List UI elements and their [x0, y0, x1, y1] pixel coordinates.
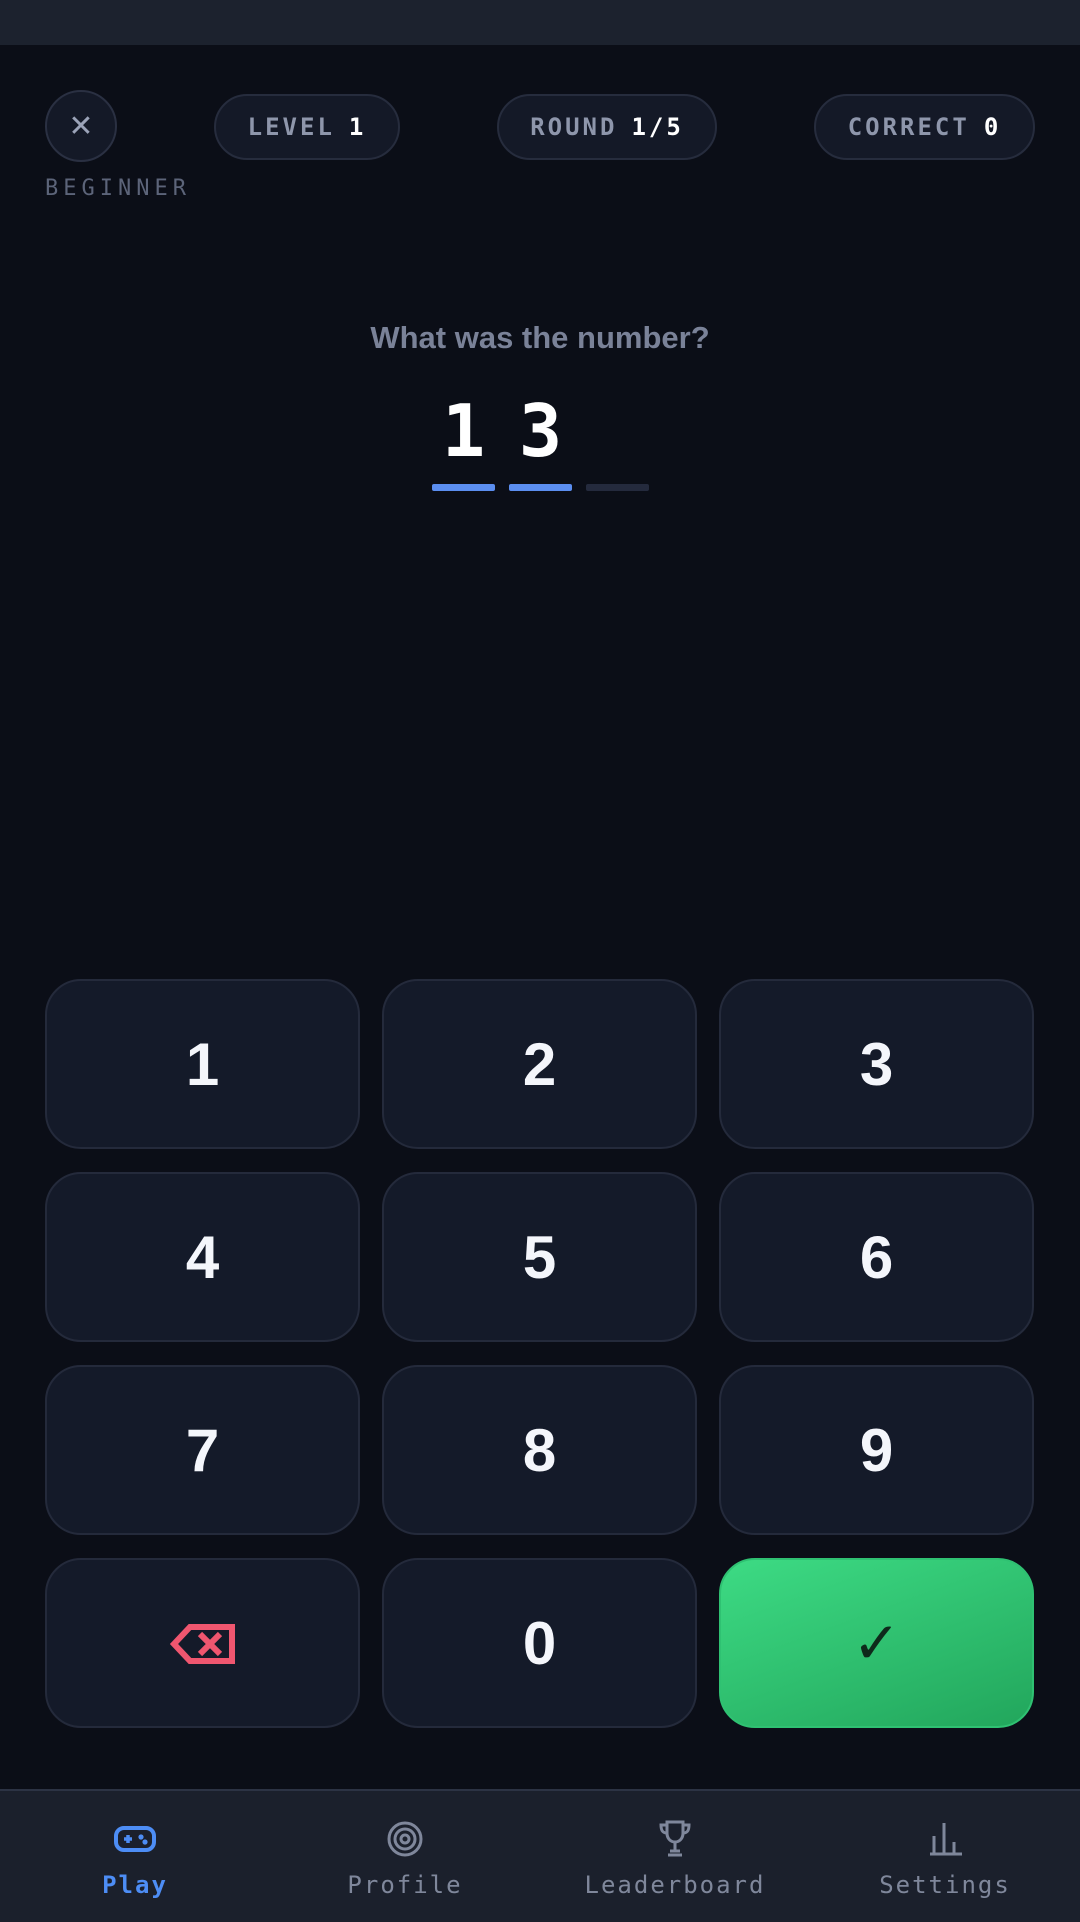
- tab-settings[interactable]: Settings: [810, 1791, 1080, 1922]
- slot-underline: [509, 484, 572, 491]
- submit-button[interactable]: ✓: [719, 1558, 1034, 1728]
- correct-value: 0: [983, 113, 1002, 141]
- key-9[interactable]: 9: [719, 1365, 1034, 1535]
- tab-leaderboard[interactable]: Leaderboard: [540, 1791, 810, 1922]
- key-7[interactable]: 7: [45, 1365, 360, 1535]
- entered-digit: 3: [518, 389, 563, 473]
- answer-display: 1 3: [432, 385, 649, 491]
- round-label: ROUND: [530, 113, 618, 141]
- entered-digit: 1: [441, 389, 486, 473]
- level-value: 1: [348, 113, 367, 141]
- target-icon: [383, 1817, 427, 1861]
- round-badge: ROUND 1/5: [497, 94, 717, 160]
- trophy-icon: [653, 1817, 697, 1861]
- correct-badge: CORRECT 0: [814, 94, 1035, 160]
- round-value: 1/5: [631, 113, 684, 141]
- checkmark-icon: ✓: [852, 1609, 901, 1677]
- tab-label: Profile: [347, 1871, 463, 1899]
- difficulty-label: BEGINNER: [45, 176, 191, 201]
- tab-label: Leaderboard: [584, 1871, 766, 1899]
- key-1[interactable]: 1: [45, 979, 360, 1149]
- key-0[interactable]: 0: [382, 1558, 697, 1728]
- bar-chart-icon: [923, 1817, 967, 1861]
- number-keypad: 1 2 3 4 5 6 7 8 9 0 ✓: [45, 979, 1035, 1728]
- key-2[interactable]: 2: [382, 979, 697, 1149]
- level-badge: LEVEL 1: [214, 94, 400, 160]
- slot-underline: [586, 484, 649, 491]
- key-3[interactable]: 3: [719, 979, 1034, 1149]
- correct-label: CORRECT: [847, 113, 970, 141]
- key-4[interactable]: 4: [45, 1172, 360, 1342]
- close-icon: ✕: [68, 108, 94, 144]
- digit-slot-2: 3: [509, 385, 572, 491]
- backspace-button[interactable]: [45, 1558, 360, 1728]
- tab-label: Settings: [879, 1871, 1011, 1899]
- digit-slot-1: 1: [432, 385, 495, 491]
- key-8[interactable]: 8: [382, 1365, 697, 1535]
- bottom-tab-bar: Play Profile Leaderboard Settings: [0, 1789, 1080, 1922]
- backspace-icon: [169, 1609, 236, 1678]
- gamepad-icon: [113, 1817, 157, 1861]
- slot-underline: [432, 484, 495, 491]
- digit-slot-3: [586, 385, 649, 491]
- key-6[interactable]: 6: [719, 1172, 1034, 1342]
- tab-play[interactable]: Play: [0, 1791, 270, 1922]
- close-button[interactable]: ✕: [45, 90, 117, 162]
- level-label: LEVEL: [247, 113, 335, 141]
- tab-profile[interactable]: Profile: [270, 1791, 540, 1922]
- tab-label: Play: [102, 1871, 168, 1899]
- question-prompt: What was the number?: [370, 320, 710, 355]
- status-bar: [0, 0, 1080, 45]
- key-5[interactable]: 5: [382, 1172, 697, 1342]
